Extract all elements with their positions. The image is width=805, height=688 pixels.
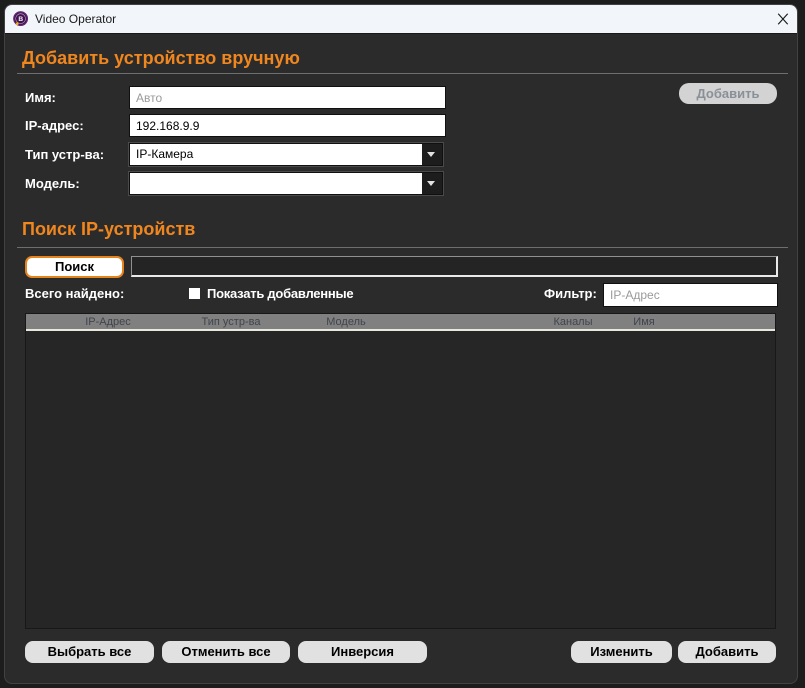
svg-text:B: B: [18, 16, 23, 23]
